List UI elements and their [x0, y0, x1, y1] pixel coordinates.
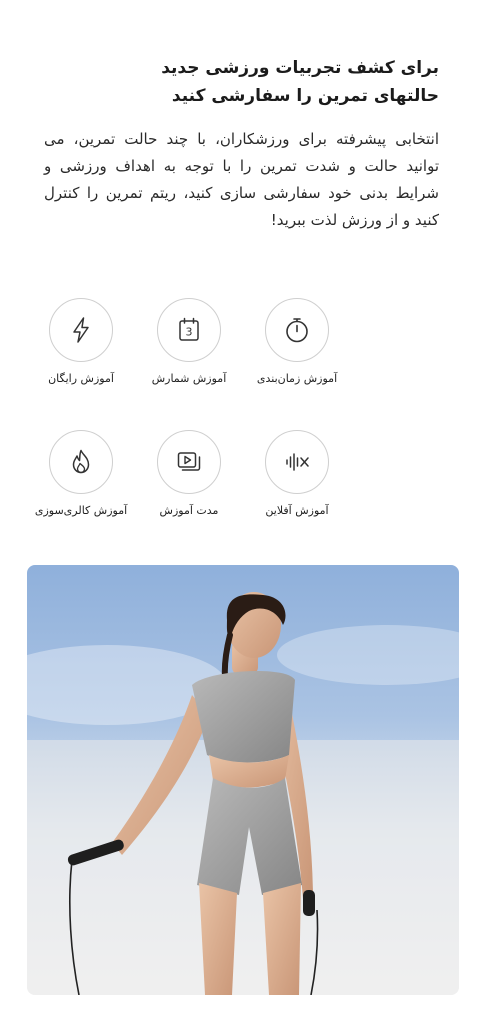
offline-wave-icon — [286, 453, 309, 471]
feature-label: آموزش شمارش — [151, 372, 227, 385]
feature-icon-circle — [265, 298, 329, 362]
section-description: انتخابی پیشرفته برای ورزشکاران، با چند ح… — [44, 130, 439, 229]
calendar-count-glyph: 3 — [186, 326, 193, 339]
feature-calorie-training[interactable]: آموزش کالری‌سوزی — [26, 430, 136, 517]
feature-icon-circle — [265, 430, 329, 494]
headline-line-2: حالتهای تمرین را سفارشی کنید — [171, 86, 439, 106]
feature-label: آموزش زمان‌بندی — [256, 372, 338, 385]
feature-icon-circle — [49, 298, 113, 362]
feature-label: آموزش رایگان — [48, 372, 114, 385]
feature-timing-training[interactable]: آموزش زمان‌بندی — [242, 298, 352, 385]
headline-line-1: برای کشف تجربیات ورزشی جدید — [161, 58, 439, 78]
lightning-icon — [73, 317, 89, 343]
feature-label: آموزش کالری‌سوزی — [34, 504, 128, 517]
feature-count-training[interactable]: 3 آموزش شمارش — [134, 298, 244, 385]
flame-icon — [72, 449, 90, 474]
feature-offline-training[interactable]: آموزش آفلاین — [242, 430, 352, 517]
feature-label: مدت آموزش — [159, 504, 219, 517]
feature-free-training[interactable]: آموزش رایگان — [26, 298, 136, 385]
calendar-count-icon: 3 — [179, 317, 199, 341]
stopwatch-icon — [286, 318, 308, 343]
woman-jump-rope-photo — [27, 592, 459, 995]
product-feature-page: برای کشف تجربیات ورزشی جدید حالتهای تمری… — [0, 0, 485, 1024]
feature-training-duration[interactable]: مدت آموزش — [134, 430, 244, 517]
hero-image — [27, 565, 459, 995]
feature-icon-circle: 3 — [157, 298, 221, 362]
feature-icon-circle — [49, 430, 113, 494]
section-headline: برای کشف تجربیات ورزشی جدید حالتهای تمری… — [59, 54, 439, 110]
feature-icon-circle — [157, 430, 221, 494]
feature-label: آموزش آفلاین — [265, 504, 329, 517]
video-duration-icon — [177, 452, 201, 471]
